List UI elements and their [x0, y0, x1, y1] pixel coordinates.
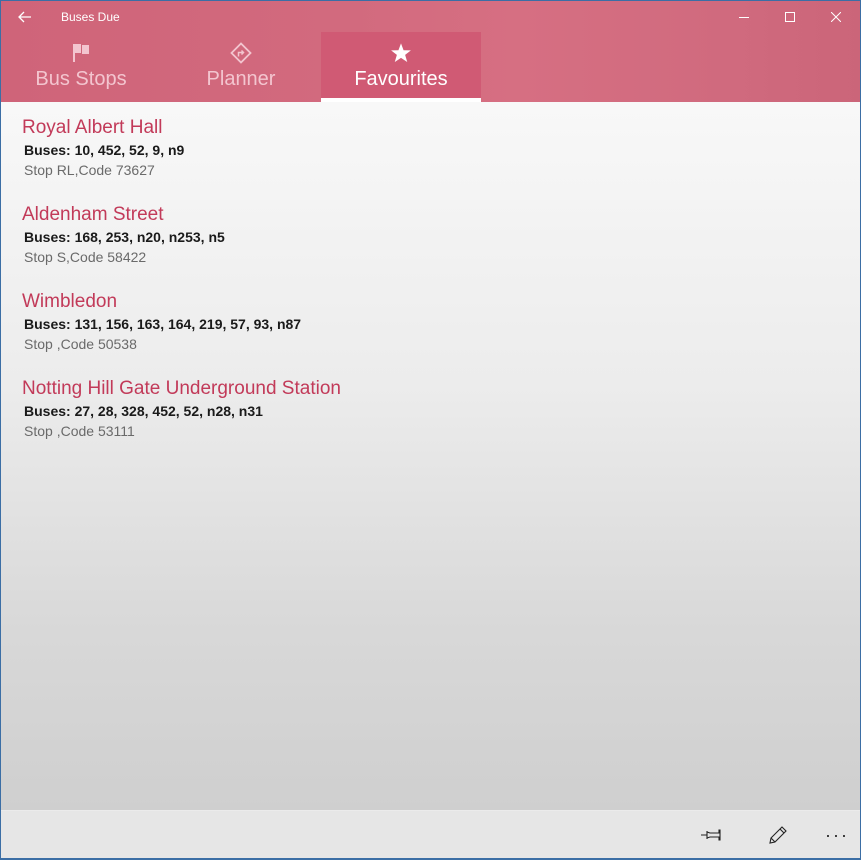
app-title: Buses Due — [61, 10, 120, 24]
stop-name: Royal Albert Hall — [22, 117, 163, 138]
stop-buses: Buses: 27, 28, 328, 452, 52, n28, n31 — [24, 403, 263, 419]
maximize-button[interactable] — [767, 1, 813, 33]
favourites-list: Royal Albert Hall Buses: 10, 452, 52, 9,… — [1, 102, 860, 810]
more-button[interactable]: ··· — [817, 817, 857, 853]
stop-buses: Buses: 10, 452, 52, 9, n9 — [24, 142, 185, 158]
app-window: Buses Due Bus Stops Planner Favourites R… — [1, 1, 860, 858]
stop-code: Stop RL,Code 73627 — [24, 162, 155, 178]
favourite-item[interactable]: Notting Hill Gate Underground Station Bu… — [22, 377, 341, 441]
title-bar: Buses Due — [1, 1, 860, 33]
stop-name: Aldenham Street — [22, 204, 164, 225]
back-button[interactable] — [11, 5, 39, 29]
back-arrow-icon — [18, 11, 31, 23]
favourite-item[interactable]: Royal Albert Hall Buses: 10, 452, 52, 9,… — [22, 116, 184, 180]
pin-icon — [701, 829, 721, 841]
stop-code: Stop S,Code 58422 — [24, 249, 147, 265]
header: Buses Due Bus Stops Planner Favourites — [1, 1, 860, 102]
edit-button[interactable] — [758, 817, 798, 853]
tab-favourites[interactable]: Favourites — [321, 32, 481, 102]
star-icon — [391, 43, 411, 62]
favourite-item[interactable]: Wimbledon Buses: 131, 156, 163, 164, 219… — [22, 290, 301, 354]
pin-button[interactable] — [691, 817, 731, 853]
tab-label: Bus Stops — [35, 68, 127, 90]
minimize-icon — [739, 17, 749, 18]
stop-code: Stop ,Code 50538 — [24, 336, 137, 352]
stop-buses: Buses: 131, 156, 163, 164, 219, 57, 93, … — [24, 316, 302, 332]
pencil-icon — [769, 826, 787, 844]
tab-bus-stops[interactable]: Bus Stops — [1, 32, 161, 102]
directions-icon — [230, 42, 252, 64]
tab-planner[interactable]: Planner — [161, 32, 321, 102]
more-icon: ··· — [825, 824, 849, 845]
stop-code: Stop ,Code 53111 — [24, 423, 135, 439]
stop-name: Wimbledon — [22, 291, 118, 312]
tab-bar: Bus Stops Planner Favourites — [1, 32, 860, 102]
stop-buses: Buses: 168, 253, n20, n253, n5 — [24, 229, 225, 245]
command-bar: ··· — [1, 810, 860, 858]
close-icon — [831, 12, 841, 22]
tab-label: Favourites — [354, 68, 448, 90]
favourite-item[interactable]: Aldenham Street Buses: 168, 253, n20, n2… — [22, 203, 225, 267]
stop-name: Notting Hill Gate Underground Station — [22, 378, 341, 399]
minimize-button[interactable] — [721, 1, 767, 33]
close-button[interactable] — [813, 1, 859, 33]
flag-icon — [73, 44, 89, 62]
maximize-icon — [785, 12, 795, 22]
tab-label: Planner — [206, 68, 276, 90]
